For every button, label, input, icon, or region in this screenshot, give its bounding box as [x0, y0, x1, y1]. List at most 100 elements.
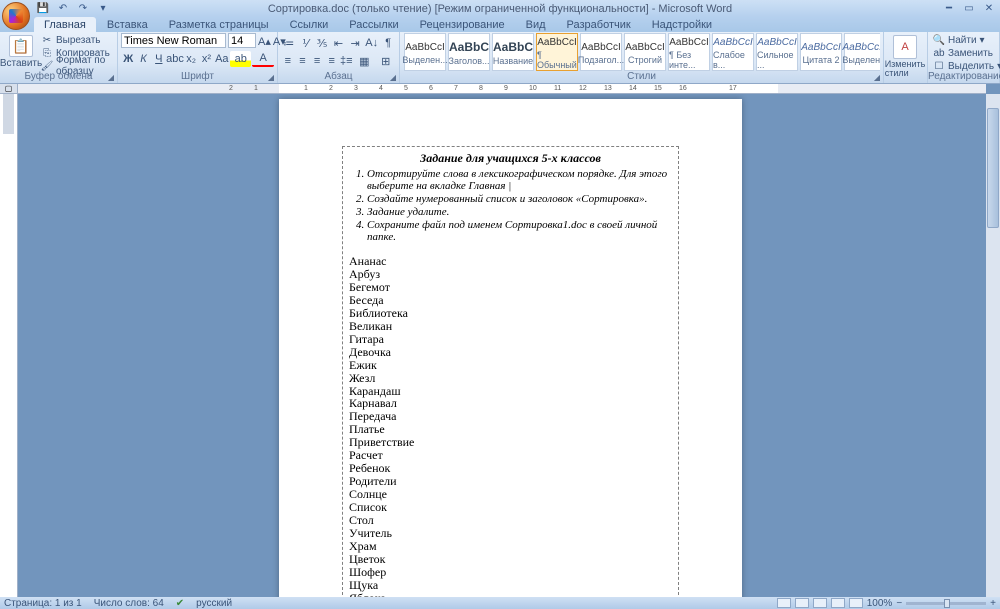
style-preview: AaBbCcI: [667, 35, 710, 50]
tab-review[interactable]: Рецензирование: [410, 17, 515, 32]
numbering-button[interactable]: ⅟: [298, 35, 314, 51]
tab-view[interactable]: Вид: [516, 17, 556, 32]
reading-view[interactable]: [795, 598, 809, 608]
show-marks-button[interactable]: ¶: [380, 35, 396, 51]
style-item-1[interactable]: AaBbCЗаголов...: [448, 33, 490, 71]
paste-label: Вставить: [0, 58, 42, 69]
replace-button[interactable]: abЗаменить: [933, 47, 1000, 59]
spell-check-icon[interactable]: ✔: [176, 598, 184, 609]
change-case-button[interactable]: Aa: [215, 51, 229, 67]
word-item: Щука: [349, 579, 672, 592]
align-center-button[interactable]: ≡: [296, 53, 310, 69]
font-color-button[interactable]: A: [252, 51, 274, 67]
decrease-indent-button[interactable]: ⇤: [331, 35, 347, 51]
subscript-button[interactable]: x₂: [184, 51, 198, 67]
sort-button[interactable]: A↓: [364, 35, 380, 51]
vertical-ruler[interactable]: [0, 94, 18, 597]
bold-button[interactable]: Ж: [121, 51, 135, 67]
word-item: Беседа: [349, 294, 672, 307]
undo-icon[interactable]: ↶: [54, 2, 72, 16]
editing-group-title: Редактирование: [928, 71, 999, 82]
font-dialog-launcher[interactable]: ◢: [266, 72, 276, 82]
paste-button[interactable]: 📋 Вставить: [3, 33, 39, 71]
cut-icon: ✂: [41, 34, 53, 46]
style-item-10[interactable]: AaBbCc...Выделен...: [844, 33, 880, 71]
word-item: Ребенок: [349, 462, 672, 475]
language-status[interactable]: русский: [196, 598, 232, 609]
ruler-toggle[interactable]: ▢: [0, 84, 18, 94]
qat-customize-icon[interactable]: ▾: [94, 2, 112, 16]
word-count[interactable]: Число слов: 64: [94, 598, 164, 609]
page[interactable]: Задание для учащихся 5-х классов Отсорти…: [279, 99, 742, 597]
underline-button[interactable]: Ч: [152, 51, 166, 67]
shading-button[interactable]: ▦: [354, 53, 374, 69]
style-item-9[interactable]: AaBbCcIЦитата 2: [800, 33, 842, 71]
save-icon[interactable]: 💾: [34, 2, 52, 16]
font-name-select[interactable]: [121, 33, 226, 48]
style-item-8[interactable]: AaBbCcIСильное ...: [756, 33, 798, 71]
style-item-4[interactable]: AaBbCcIПодзагол...: [580, 33, 622, 71]
title-bar: 💾 ↶ ↷ ▾ Сортировка.doc (только чтение) […: [0, 0, 1000, 17]
draft-view[interactable]: [849, 598, 863, 608]
zoom-slider[interactable]: [906, 602, 986, 605]
style-item-7[interactable]: AaBbCcIСлабое в...: [712, 33, 754, 71]
web-layout-view[interactable]: [813, 598, 827, 608]
vertical-scrollbar[interactable]: [986, 94, 1000, 597]
style-preview: AaBbCc...: [840, 40, 880, 55]
tab-home[interactable]: Главная: [34, 17, 96, 32]
style-item-5[interactable]: AaBbCcIСтрогий: [624, 33, 666, 71]
tab-insert[interactable]: Вставка: [97, 17, 158, 32]
tab-references[interactable]: Ссылки: [280, 17, 339, 32]
scroll-thumb[interactable]: [987, 108, 999, 228]
tab-addins[interactable]: Надстройки: [642, 17, 722, 32]
font-size-select[interactable]: [228, 33, 256, 48]
cut-button[interactable]: ✂Вырезать: [41, 34, 112, 46]
minimize-button[interactable]: ━: [940, 2, 958, 16]
style-item-3[interactable]: AaBbCcI¶ Обычный: [536, 33, 578, 71]
style-item-0[interactable]: AaBbCcIВыделен...: [404, 33, 446, 71]
grow-font-button[interactable]: A▴: [258, 33, 271, 49]
zoom-in-button[interactable]: +: [990, 598, 996, 609]
line-spacing-button[interactable]: ‡≡: [340, 53, 354, 69]
word-item: Солнце: [349, 488, 672, 501]
horizontal-ruler[interactable]: 211234567891011121314151617: [18, 84, 986, 94]
italic-button[interactable]: К: [136, 51, 150, 67]
align-right-button[interactable]: ≡: [310, 53, 324, 69]
borders-button[interactable]: ⊞: [376, 53, 396, 69]
paragraph-dialog-launcher[interactable]: ◢: [388, 72, 398, 82]
highlight-button[interactable]: ab: [230, 51, 252, 67]
document-viewport[interactable]: Задание для учащихся 5-х классов Отсорти…: [18, 94, 986, 597]
style-name: Название: [493, 56, 533, 66]
zoom-thumb[interactable]: [944, 599, 950, 608]
print-layout-view[interactable]: [777, 598, 791, 608]
word-item: Великан: [349, 320, 672, 333]
align-left-button[interactable]: ≡: [281, 53, 295, 69]
clipboard-dialog-launcher[interactable]: ◢: [106, 72, 116, 82]
tab-mailings[interactable]: Рассылки: [339, 17, 408, 32]
bullets-button[interactable]: ≔: [281, 35, 297, 51]
page-status[interactable]: Страница: 1 из 1: [4, 598, 82, 609]
zoom-level[interactable]: 100%: [867, 598, 893, 609]
redo-icon[interactable]: ↷: [74, 2, 92, 16]
strike-button[interactable]: abc: [167, 51, 183, 67]
restore-button[interactable]: ▭: [960, 2, 978, 16]
close-button[interactable]: ✕: [980, 2, 998, 16]
style-preview: AaBbCcI: [623, 40, 666, 55]
styles-group-title: Стили: [400, 71, 883, 82]
style-item-2[interactable]: AaBbCНазвание: [492, 33, 534, 71]
increase-indent-button[interactable]: ⇥: [347, 35, 363, 51]
tab-page-layout[interactable]: Разметка страницы: [159, 17, 279, 32]
change-styles-button[interactable]: A Изменить стили: [887, 33, 923, 80]
document-heading: Задание для учащихся 5-х классов: [349, 151, 672, 166]
superscript-button[interactable]: x²: [199, 51, 213, 67]
find-button[interactable]: 🔍Найти ▾: [933, 34, 1000, 46]
style-item-6[interactable]: AaBbCcI¶ Без инте...: [668, 33, 710, 71]
outline-view[interactable]: [831, 598, 845, 608]
zoom-out-button[interactable]: −: [896, 598, 902, 609]
word-item: Карандаш: [349, 385, 672, 398]
styles-dialog-launcher[interactable]: ◢: [872, 72, 882, 82]
office-button[interactable]: [2, 2, 30, 30]
tab-developer[interactable]: Разработчик: [557, 17, 641, 32]
justify-button[interactable]: ≡: [325, 53, 339, 69]
multilevel-button[interactable]: ⅗: [314, 35, 330, 51]
